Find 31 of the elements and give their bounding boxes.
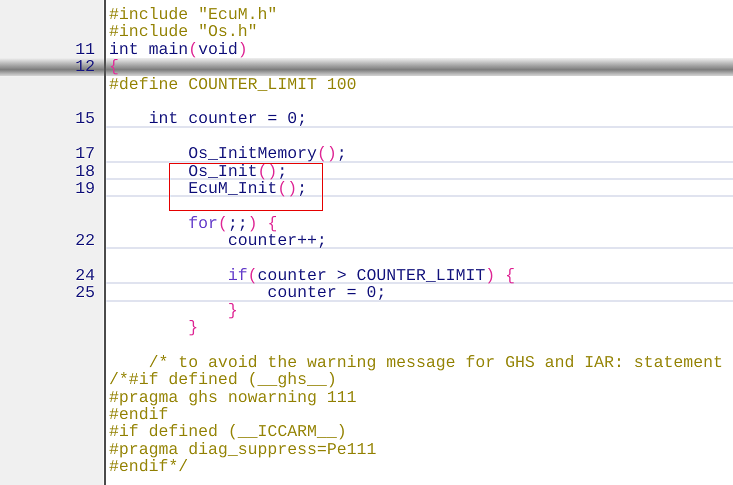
- line-number: 17: [75, 144, 95, 164]
- code-line: #pragma diag_suppress=Pe111: [109, 440, 376, 459]
- code-line: #if defined (__ICCARM__): [109, 422, 347, 442]
- code-line: int main(void): [109, 40, 248, 59]
- code-line: #endif*/: [109, 457, 188, 476]
- code-line: #pragma ghs nowarning 111: [109, 388, 357, 407]
- code-line: {: [109, 57, 119, 76]
- code-line: #include "Os.h": [109, 22, 258, 42]
- line-number: 19: [75, 178, 95, 198]
- code-line: #include "EcuM.h": [109, 5, 278, 24]
- code-line: if(counter > COUNTER_LIMIT) {: [226, 266, 515, 285]
- line-number: 12: [75, 57, 95, 76]
- line-number: 25: [75, 283, 95, 302]
- code-line: for(;;) {: [187, 214, 278, 233]
- line-number: 11: [75, 40, 95, 59]
- code-line: /*#if defined (__ghs__): [109, 370, 337, 390]
- code-line: counter++;: [226, 231, 327, 250]
- code-line: #endif: [109, 404, 168, 424]
- code-line: int counter = 0;: [148, 109, 308, 128]
- line-number: 15: [75, 109, 95, 128]
- code-line: Os_Init();: [187, 162, 288, 181]
- code-line: Os_InitMemory();: [187, 144, 347, 164]
- code-line: counter = 0;: [266, 283, 386, 302]
- line-number: 22: [75, 231, 95, 250]
- line-number: 24: [75, 266, 95, 285]
- code-line: /* to avoid the warning message for GHS and IAR: statement: [148, 352, 723, 372]
- code-line: }: [226, 300, 238, 320]
- code-line: EcuM_Init();: [187, 178, 308, 198]
- code-line: #define COUNTER_LIMIT 100: [109, 74, 357, 94]
- code-line: }: [187, 318, 198, 338]
- line-number: 18: [75, 162, 95, 181]
